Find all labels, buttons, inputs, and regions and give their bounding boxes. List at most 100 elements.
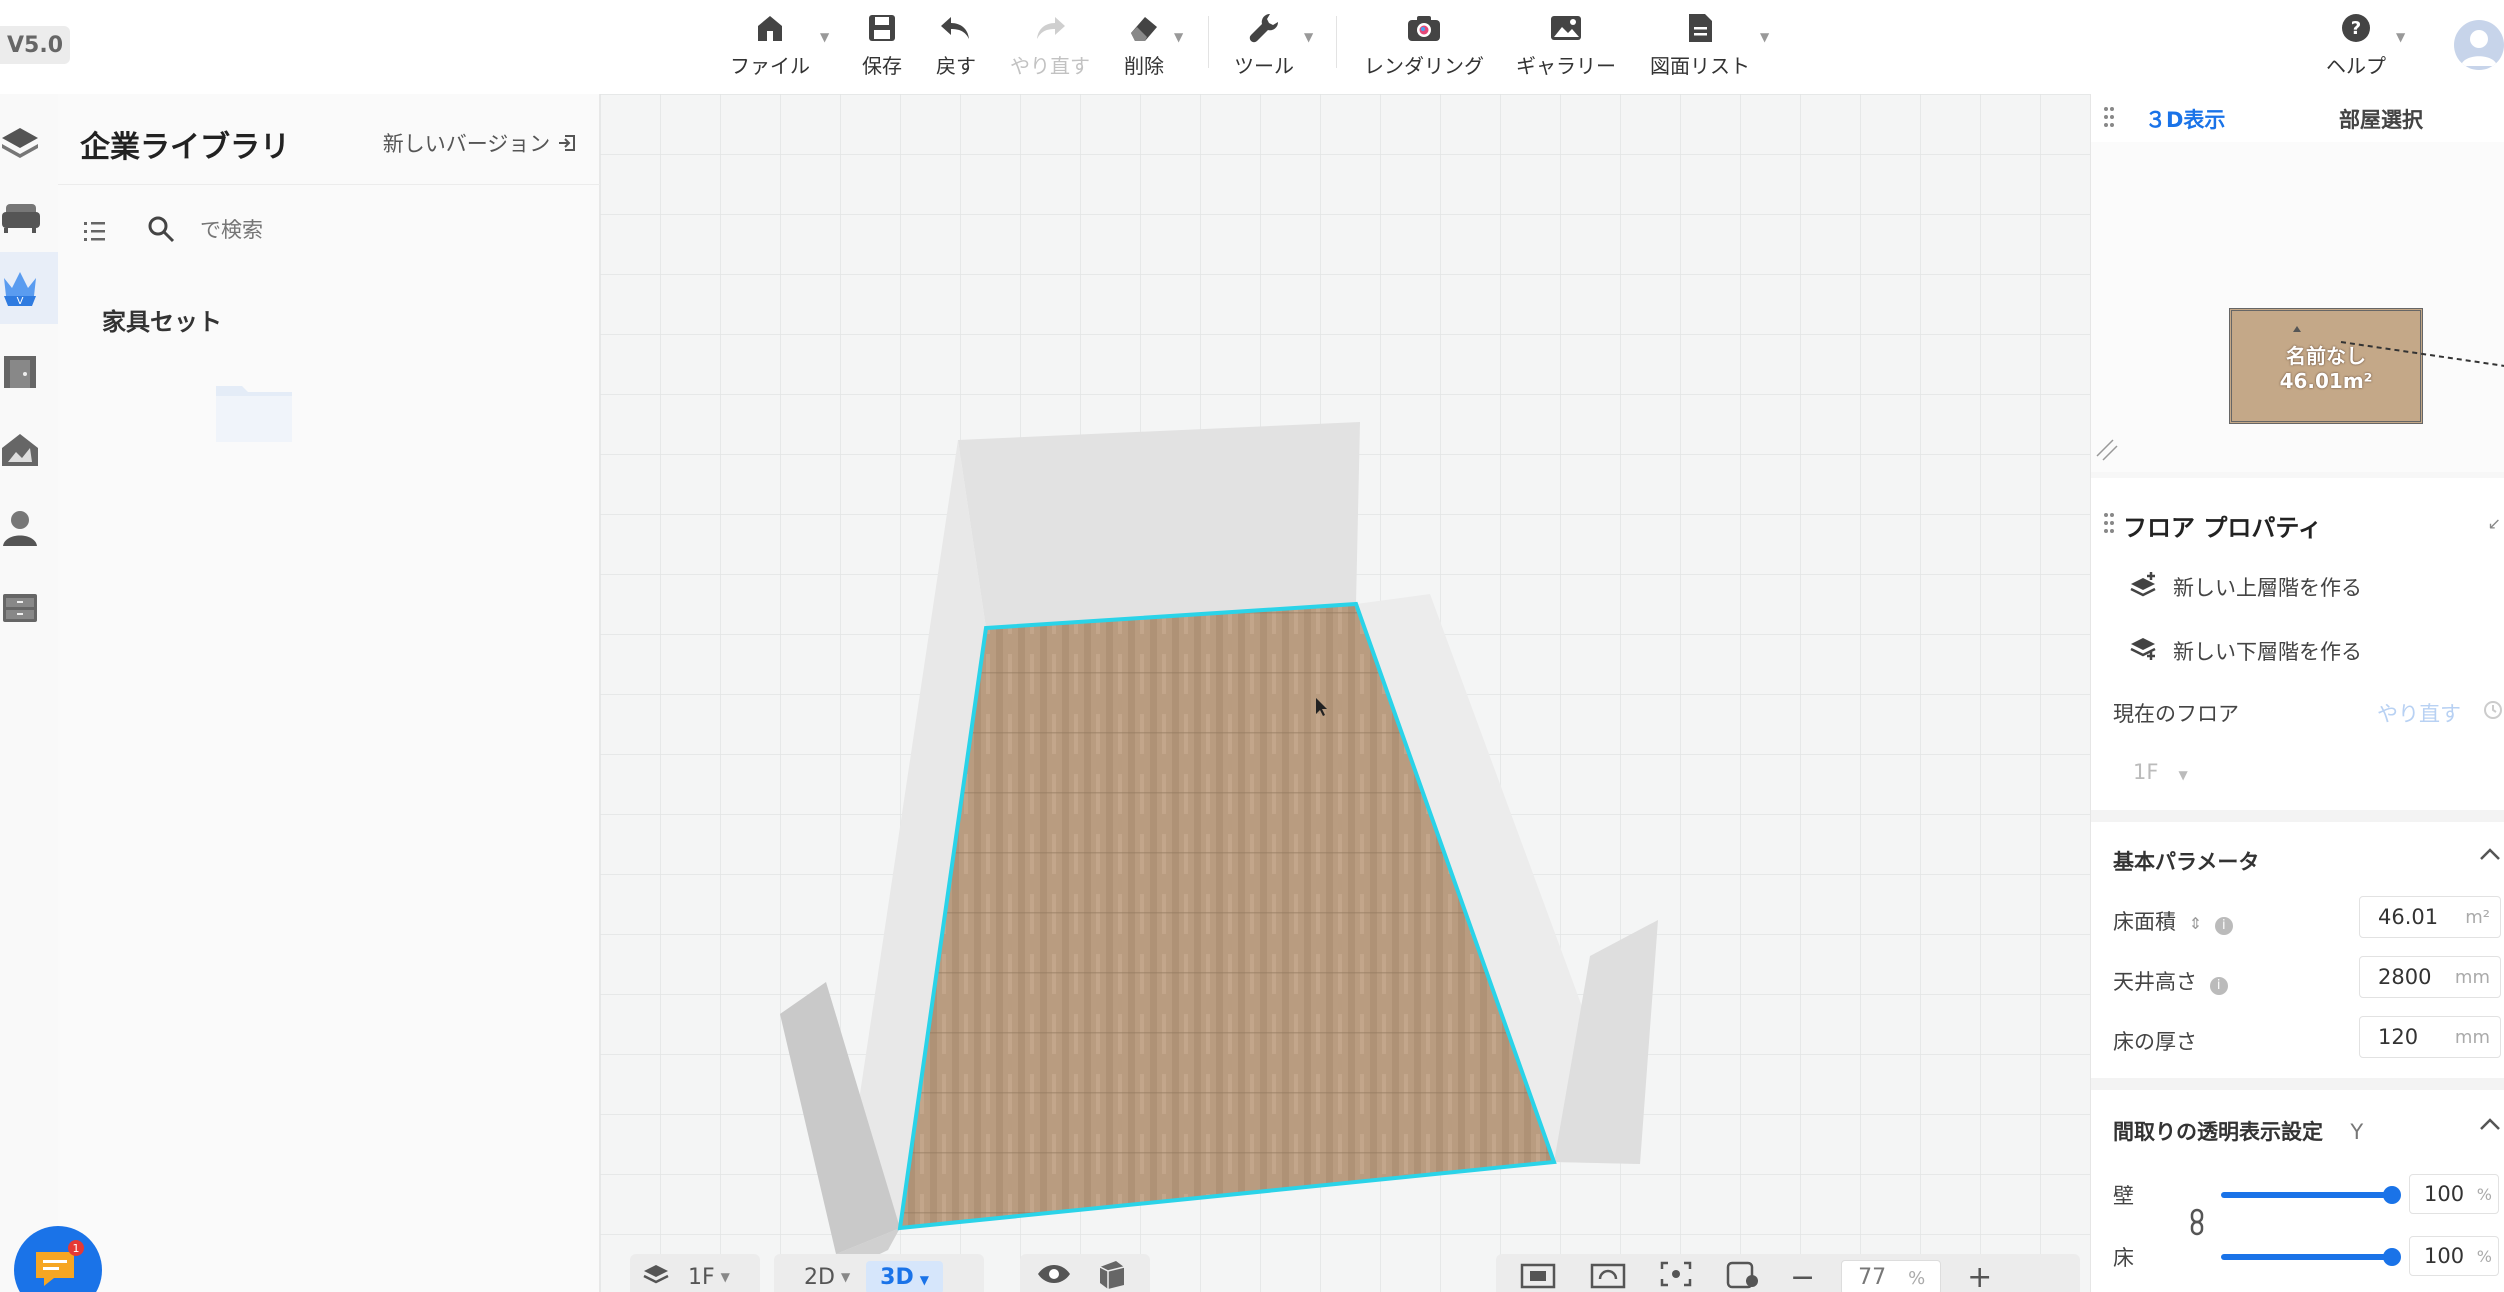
rail-item-floorplan[interactable] <box>0 104 58 176</box>
top-toolbar: V5.0 ファイル ▼ 保存 戻す やり直す 削除 ▼ ツール ▼ レンダリング… <box>0 0 2504 94</box>
floor-area-label: 床面積 ⇕ i <box>2113 906 2233 936</box>
library-divider <box>58 184 600 185</box>
redo-icon <box>1033 10 1067 46</box>
view-options[interactable] <box>1020 1254 1150 1292</box>
rail-item-people[interactable] <box>0 492 58 564</box>
tab-3d-view[interactable]: ３D表示 <box>2145 104 2225 134</box>
chat-icon: 1 <box>36 1240 84 1286</box>
focus-icon[interactable] <box>1658 1259 1694 1292</box>
gallery-button[interactable]: ギャラリー <box>1516 10 1616 80</box>
redo-button[interactable]: やり直す <box>1010 10 1090 80</box>
library-search-input[interactable] <box>200 218 500 242</box>
view-mode-toggle[interactable]: 2D ▼ 3D ▼ <box>774 1254 984 1292</box>
chevron-up-icon[interactable] <box>2479 846 2501 866</box>
help-icon: ? <box>2340 10 2372 46</box>
library-panel: 企業ライブラリ 新しいバージョン 家具セット <box>58 94 600 1292</box>
tools-menu-button[interactable]: ツール <box>1234 10 1294 80</box>
camera-controls: − 77% + <box>1496 1254 2080 1292</box>
new-version-link[interactable]: 新しいバージョン <box>383 128 577 158</box>
section-divider <box>2091 1078 2504 1090</box>
door-icon <box>4 356 36 388</box>
save-icon <box>867 10 897 46</box>
chat-button[interactable]: 1 <box>14 1226 102 1292</box>
version-badge: V5.0 <box>0 26 70 64</box>
exit-icon <box>557 132 577 156</box>
render-button[interactable]: レンダリング <box>1364 10 1484 80</box>
rail-item-cabinets[interactable] <box>0 572 58 644</box>
view-3d-button[interactable]: 3D ▼ <box>866 1260 943 1292</box>
info-icon[interactable]: i <box>2214 917 2233 935</box>
fit-view-icon[interactable] <box>1518 1259 1558 1292</box>
wall-slider-handle[interactable] <box>2383 1186 2401 1204</box>
link-icon[interactable] <box>2189 1208 2205 1240</box>
new-lower-floor-button[interactable]: 新しい下層階を作る <box>2129 634 2362 667</box>
wall-transparency-field[interactable]: 100 % <box>2409 1174 2499 1214</box>
delete-caret-icon[interactable]: ▼ <box>1174 30 1183 44</box>
drawing-list-caret-icon[interactable]: ▼ <box>1760 30 1769 44</box>
current-floor-select[interactable]: 1F ▼ <box>2133 760 2188 784</box>
zoom-in-button[interactable]: + <box>1967 1260 1992 1292</box>
collapse-panel-icon[interactable]: ↙ <box>2488 514 2501 533</box>
add-layer-icon <box>2129 570 2159 603</box>
user-avatar[interactable] <box>2454 20 2504 70</box>
panel-tabs: ３D表示 部屋選択 <box>2091 94 2504 142</box>
rail-item-enterprise-library[interactable]: V <box>0 252 58 324</box>
ceiling-height-field[interactable]: 2800 mm <box>2359 956 2501 998</box>
floor-minimap[interactable]: 名前なし 46.01m² <box>2091 142 2504 472</box>
chevron-up-icon[interactable] <box>2479 1116 2501 1136</box>
search-icon[interactable] <box>146 214 176 248</box>
3d-viewport[interactable] <box>600 94 2090 1292</box>
floor-area-field[interactable]: 46.01 m² <box>2359 896 2501 938</box>
3d-scene[interactable] <box>600 94 2090 1292</box>
drag-handle-icon[interactable] <box>2103 512 2115 538</box>
tools-caret-icon[interactable]: ▼ <box>1304 30 1313 44</box>
sort-icon[interactable]: ⇕ <box>2189 914 2202 933</box>
list-view-icon[interactable] <box>82 218 108 248</box>
drag-handle-icon[interactable] <box>2103 106 2115 132</box>
house-wall-icon <box>2 434 38 466</box>
zoom-value[interactable]: 77% <box>1841 1259 1942 1292</box>
floor-selector[interactable]: 1F ▼ <box>630 1254 760 1292</box>
wall-transparency-label: 壁 <box>2113 1184 2134 1208</box>
clock-icon <box>2483 700 2503 724</box>
floor-thickness-field[interactable]: 120 mm <box>2359 1016 2501 1058</box>
measure-icon[interactable] <box>1724 1259 1760 1292</box>
wall-transparency-slider[interactable] <box>2221 1192 2391 1198</box>
left-icon-rail: V <box>0 94 58 1292</box>
folder-icon[interactable] <box>214 378 294 448</box>
rail-item-doors[interactable] <box>0 336 58 408</box>
floor-thickness-label: 床の厚さ <box>2113 1030 2197 1054</box>
tab-room-select[interactable]: 部屋選択 <box>2339 104 2423 134</box>
help-button[interactable]: ? ヘルプ <box>2326 10 2386 80</box>
eye-icon[interactable] <box>1036 1262 1072 1292</box>
save-button[interactable]: 保存 <box>862 10 902 80</box>
file-menu-button[interactable]: ファイル <box>730 10 810 80</box>
basic-params-title: 基本パラメータ <box>2113 850 2260 874</box>
view-2d-button[interactable]: 2D <box>804 1265 835 1290</box>
info-icon[interactable]: i <box>2209 977 2228 995</box>
floor-slider-handle[interactable] <box>2383 1248 2401 1266</box>
toolbar-divider <box>1336 16 1337 68</box>
home-icon <box>756 10 784 46</box>
undo-button[interactable]: 戻す <box>936 10 976 80</box>
file-menu-caret-icon[interactable]: ▼ <box>820 30 829 44</box>
zoom-out-button[interactable]: − <box>1790 1260 1815 1292</box>
rotate-view-icon[interactable] <box>1588 1259 1628 1292</box>
rail-item-furniture[interactable] <box>0 182 58 254</box>
category-heading: 家具セット <box>102 308 222 336</box>
svg-text:?: ? <box>2351 18 2361 39</box>
user-icon <box>2461 30 2497 66</box>
new-upper-floor-button[interactable]: 新しい上層階を作る <box>2129 570 2362 603</box>
minimap-room[interactable]: 名前なし 46.01m² <box>2229 308 2423 424</box>
image-icon <box>1549 10 1583 46</box>
current-floor-redo-link[interactable]: やり直す <box>2377 698 2461 728</box>
delete-button[interactable]: 削除 <box>1124 10 1164 80</box>
rail-item-structure[interactable] <box>0 414 58 486</box>
drawing-list-button[interactable]: 図面リスト <box>1650 10 1750 80</box>
floor-transparency-field[interactable]: 100 % <box>2409 1236 2499 1276</box>
box-icon[interactable] <box>1096 1259 1128 1292</box>
help-caret-icon[interactable]: ▼ <box>2396 30 2405 44</box>
app-window: V5.0 ファイル ▼ 保存 戻す やり直す 削除 ▼ ツール ▼ レンダリング… <box>0 0 2504 1292</box>
floor-transparency-slider[interactable] <box>2221 1254 2391 1260</box>
toolbar-divider <box>1208 16 1209 68</box>
